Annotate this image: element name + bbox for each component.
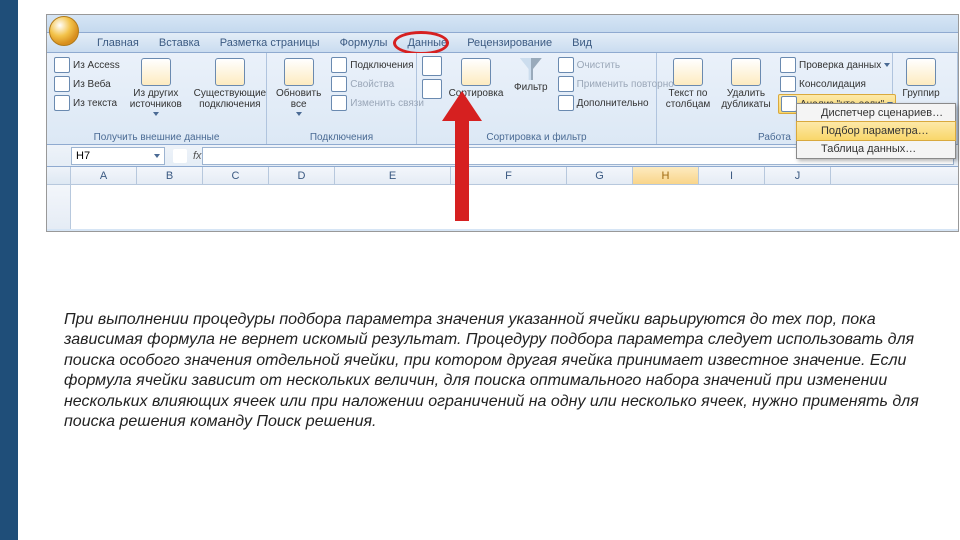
clear-icon [558,57,574,73]
cells-area[interactable] [71,185,958,229]
chevron-down-icon [153,112,159,116]
remove-dup-icon [731,58,761,86]
fx-icon[interactable]: fx [193,150,202,162]
properties-button[interactable]: Свойства [329,75,426,93]
whatif-icon [781,96,797,112]
connections-icon [331,57,347,73]
goal-seek-item[interactable]: Подбор параметра… [796,121,956,141]
tab-view[interactable]: Вид [562,34,602,52]
from-text-button[interactable]: Из текста [52,94,122,112]
ribbon: Из Access Из Веба Из текста Из других ис… [47,53,958,145]
group-label: Получить внешние данные [52,131,261,143]
worksheet-grid[interactable] [47,185,958,229]
excel-screenshot: Главная Вставка Разметка страницы Формул… [46,14,959,232]
ribbon-tabs: Главная Вставка Разметка страницы Формул… [47,33,958,53]
other-sources-icon [141,58,171,86]
office-button[interactable] [49,16,79,46]
consolidate-button[interactable]: Консолидация [778,75,896,93]
chevron-down-icon [154,154,160,158]
remove-duplicates-button[interactable]: Удалить дубликаты [718,56,774,131]
column-header-G[interactable]: G [567,167,633,184]
refresh-all-button[interactable]: Обновить все [272,56,325,131]
cancel-icon[interactable] [173,149,187,163]
group-sort-filter: Сортировка Фильтр Очистить Применить пов… [417,53,657,144]
web-icon [54,76,70,92]
access-icon [54,57,70,73]
text-cols-icon [673,58,703,86]
tab-insert[interactable]: Вставка [149,34,210,52]
text-icon [54,95,70,111]
whatif-dropdown: Диспетчер сценариев… Подбор параметра… Т… [796,103,956,159]
group-label: Подключения [272,131,411,143]
column-header-F[interactable]: F [451,167,567,184]
tab-home[interactable]: Главная [87,34,149,52]
sort-button[interactable]: Сортировка [446,56,506,131]
group-connections: Обновить все Подключения Свойства Измени… [267,53,417,144]
validation-icon [780,57,796,73]
chevron-down-icon [296,112,302,116]
titlebar [47,15,958,33]
column-header-D[interactable]: D [269,167,335,184]
tab-formulas[interactable]: Формулы [330,34,398,52]
group-icon [906,58,936,86]
text-to-columns-button[interactable]: Текст по столбцам [662,56,714,131]
sort-desc-icon[interactable] [422,79,442,99]
connections-button[interactable]: Подключения [329,56,426,74]
column-header-A[interactable]: A [71,167,137,184]
name-box[interactable]: H7 [71,147,165,165]
tab-data[interactable]: Данные [397,34,457,52]
properties-icon [331,76,347,92]
tab-review[interactable]: Рецензирование [457,34,562,52]
column-header-J[interactable]: J [765,167,831,184]
tab-layout[interactable]: Разметка страницы [210,34,330,52]
existing-connections-button[interactable]: Существующие подключения [190,56,270,131]
data-table-item[interactable]: Таблица данных… [797,140,955,158]
column-header-B[interactable]: B [137,167,203,184]
advanced-icon [558,95,574,111]
column-header-I[interactable]: I [699,167,765,184]
column-headers: ABCDEFGHIJ [47,167,958,185]
refresh-icon [284,58,314,86]
existing-conn-icon [215,58,245,86]
from-web-button[interactable]: Из Веба [52,75,122,93]
filter-button[interactable]: Фильтр [510,56,552,131]
group-get-external: Из Access Из Веба Из текста Из других ис… [47,53,267,144]
row-headers [47,185,71,229]
chevron-down-icon [884,63,890,67]
funnel-icon [520,58,542,80]
scenario-manager-item[interactable]: Диспетчер сценариев… [797,104,955,122]
from-other-button[interactable]: Из других источников [126,56,186,131]
data-validation-button[interactable]: Проверка данных [778,56,896,74]
column-header-E[interactable]: E [335,167,451,184]
sort-icon [461,58,491,86]
consolidate-icon [780,76,796,92]
edit-links-icon [331,95,347,111]
edit-links-button[interactable]: Изменить связи [329,94,426,112]
sort-asc-icon[interactable] [422,56,442,76]
slide-paragraph: При выполнении процедуры подбора парамет… [64,310,930,433]
select-all-corner[interactable] [47,167,71,184]
column-header-H[interactable]: H [633,167,699,184]
group-label: Сортировка и фильтр [422,131,651,143]
column-header-C[interactable]: C [203,167,269,184]
from-access-button[interactable]: Из Access [52,56,122,74]
reapply-icon [558,76,574,92]
slide-frame: Главная Вставка Разметка страницы Формул… [0,0,960,540]
